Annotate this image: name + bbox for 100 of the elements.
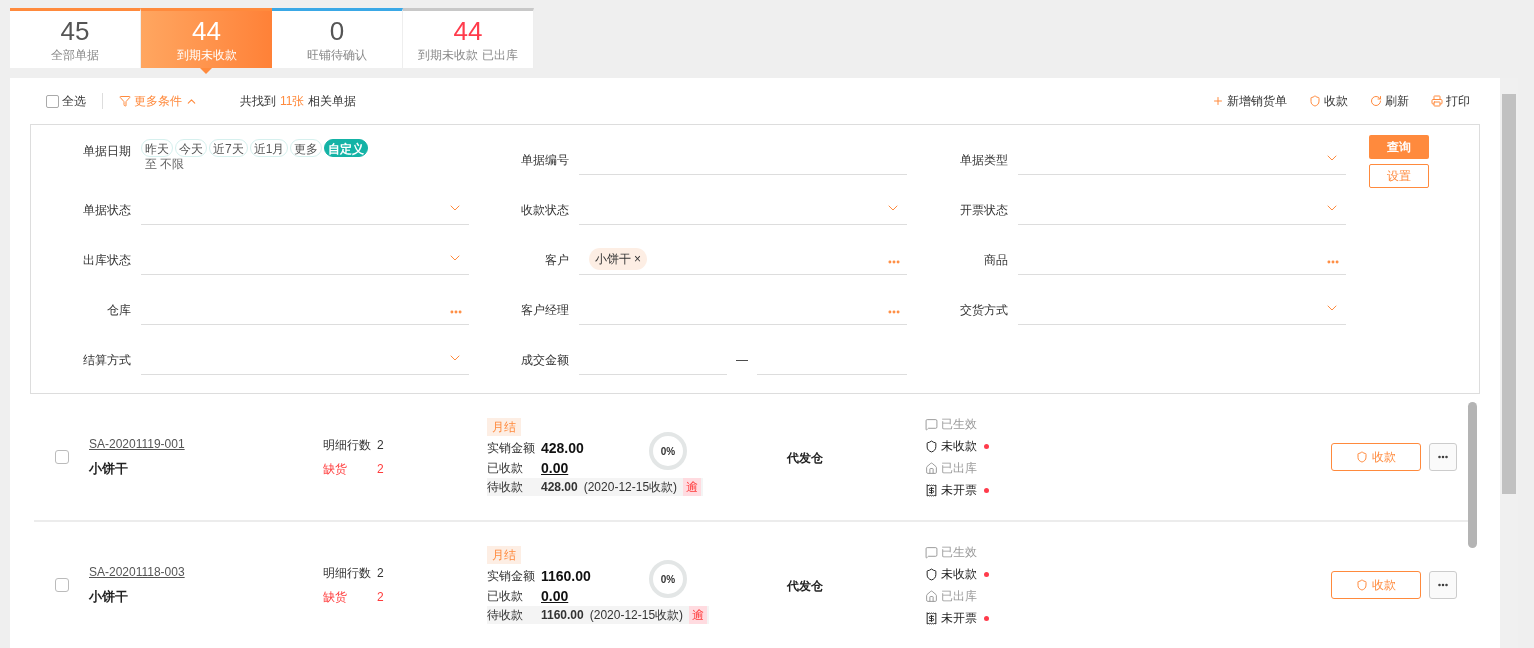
shield-icon	[1356, 451, 1368, 463]
date-range-text: 至 不限	[144, 157, 186, 171]
shield-icon	[1356, 579, 1368, 591]
filter-label: 交货方式	[959, 302, 1009, 319]
toolbar-action[interactable]: 打印	[1431, 92, 1470, 110]
due-label: 待收款	[487, 607, 524, 624]
amount-label: 实销金额	[487, 440, 536, 457]
shield-icon	[925, 439, 938, 453]
detail-label: 明细行数	[323, 565, 371, 582]
filter-label: 单据状态	[82, 202, 132, 219]
overdue-badge: 逾	[689, 606, 708, 624]
due-amount: 428.00	[541, 479, 578, 496]
paid-label: 已收款	[487, 588, 524, 605]
warehouse-name: 代发仓	[787, 579, 823, 593]
due-label: 待收款	[487, 479, 524, 496]
house-icon	[925, 589, 938, 603]
order-number-link[interactable]: SA-20201118-003	[89, 563, 185, 582]
date-chip[interactable]: 近1月	[249, 139, 289, 157]
due-date: (2020-12-15收款)	[583, 479, 678, 496]
summary-tab[interactable]: 44 到期未收款 已出库	[403, 8, 534, 68]
progress-ring	[649, 560, 687, 598]
customer-name: 小饼干	[89, 588, 128, 607]
result-suffix: 相关单据	[308, 93, 357, 110]
shortage-label: 缺货	[323, 589, 348, 606]
date-chip[interactable]: 近7天	[209, 139, 248, 157]
progress-text: 0%	[660, 572, 676, 587]
status-label: 已生效	[941, 544, 977, 561]
warehouse-name: 代发仓	[787, 451, 823, 465]
plus-icon	[1212, 95, 1224, 107]
message-icon	[925, 417, 938, 431]
receipt-icon	[925, 483, 938, 497]
term-badge: 月结	[487, 418, 521, 436]
filter-icon	[119, 95, 131, 107]
toolbar-action[interactable]: 新增销货单	[1212, 92, 1287, 110]
filter-label: 成交金额	[520, 352, 570, 369]
customer-name: 小饼干	[89, 460, 128, 479]
detail-count: 2	[377, 437, 384, 454]
toolbar-action[interactable]: 收款	[1309, 92, 1348, 110]
progress-ring	[649, 432, 687, 470]
receipt-icon	[925, 611, 938, 625]
print-icon	[1431, 95, 1443, 107]
status-label: 已生效	[941, 416, 977, 433]
filter-label: 出库状态	[82, 252, 132, 269]
shield-icon	[925, 567, 938, 581]
filter-label: 收款状态	[520, 202, 570, 219]
order-number-link[interactable]: SA-20201119-001	[89, 435, 185, 454]
result-prefix: 共找到	[240, 93, 276, 110]
date-chip[interactable]: 今天	[175, 139, 207, 157]
summary-tab[interactable]: 45 全部单据	[10, 8, 141, 68]
filter-label: 仓库	[106, 302, 132, 319]
summary-tab[interactable]: 0 旺铺待确认	[272, 8, 403, 68]
toolbar-action[interactable]: 刷新	[1370, 92, 1409, 110]
due-date: (2020-12-15收款)	[589, 607, 684, 624]
select-all-label: 全选	[62, 93, 86, 110]
filter-label: 单据类型	[959, 152, 1009, 169]
paid-value: 0.00	[541, 586, 569, 606]
shortage-label: 缺货	[323, 461, 348, 478]
date-chip[interactable]: 更多	[290, 139, 323, 157]
detail-count: 2	[377, 565, 384, 582]
progress-text: 0%	[660, 444, 676, 459]
row-checkbox[interactable]	[54, 578, 69, 592]
range-separator: —	[735, 352, 749, 369]
more-button[interactable]	[1429, 571, 1457, 599]
paid-label: 已收款	[487, 460, 524, 477]
status-label: 未开票	[941, 482, 977, 499]
shortage-count: 2	[377, 589, 384, 606]
status-label: 未收款	[941, 438, 977, 455]
house-icon	[925, 461, 938, 475]
amount-value: 1160.00	[541, 566, 591, 586]
detail-label: 明细行数	[323, 437, 371, 454]
result-count: 11张	[280, 93, 305, 110]
term-badge: 月结	[487, 546, 521, 564]
tag-remove-button[interactable]: ×	[634, 253, 641, 265]
list-scrollbar[interactable]	[1468, 402, 1477, 548]
paid-value: 0.00	[541, 458, 569, 478]
filter-label: 客户	[544, 252, 570, 269]
refresh-icon	[1370, 95, 1382, 107]
tag-label: 小饼干	[595, 251, 631, 268]
shield-icon	[1309, 95, 1321, 107]
filter-label: 结算方式	[82, 352, 132, 369]
amount-label: 实销金额	[487, 568, 536, 585]
amount-value: 428.00	[541, 438, 584, 458]
shortage-count: 2	[377, 461, 384, 478]
status-label: 已出库	[941, 460, 977, 477]
filter-label: 商品	[983, 252, 1009, 269]
picker-field[interactable]: 小饼干 ×	[579, 243, 907, 275]
filter-label: 开票状态	[959, 202, 1009, 219]
row-checkbox[interactable]	[54, 450, 69, 464]
status-label: 已出库	[941, 588, 977, 605]
page-scrollbar-thumb[interactable]	[1502, 94, 1516, 494]
more-button[interactable]	[1429, 443, 1457, 471]
status-label: 未开票	[941, 610, 977, 627]
select-all-checkbox[interactable]	[46, 94, 59, 108]
due-amount: 1160.00	[541, 607, 584, 624]
filter-label: 单据编号	[520, 152, 570, 169]
filter-label: 客户经理	[520, 302, 570, 319]
filter-label: 单据日期	[82, 143, 132, 160]
status-label: 未收款	[941, 566, 977, 583]
date-chip[interactable]: 昨天	[141, 139, 173, 157]
message-icon	[925, 545, 938, 559]
